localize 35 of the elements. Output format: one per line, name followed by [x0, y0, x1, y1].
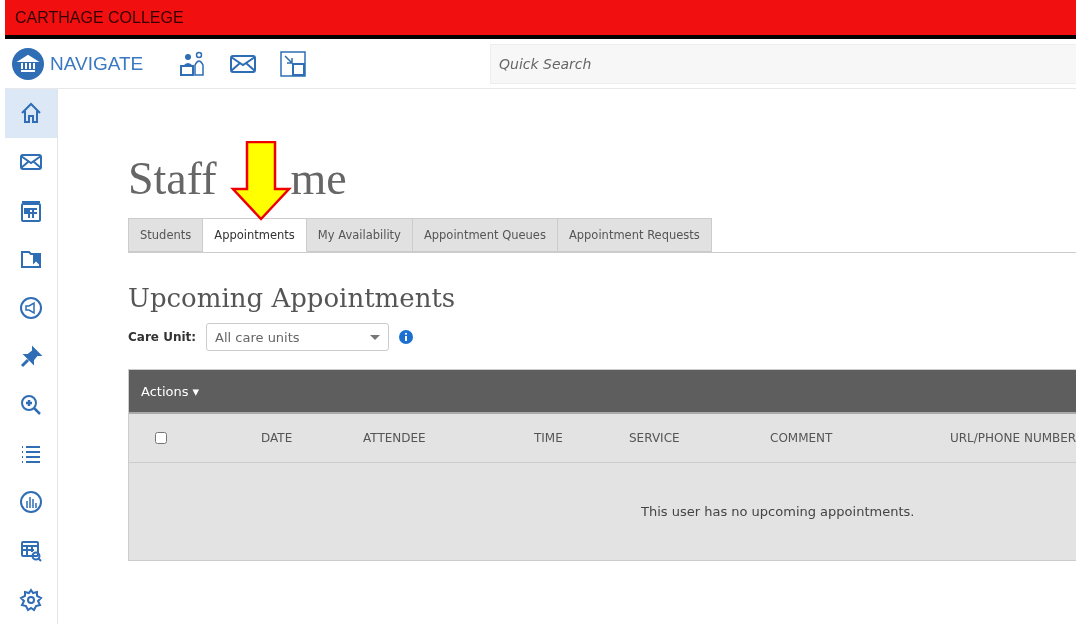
page-title: Staff — [128, 151, 217, 205]
megaphone-icon — [19, 295, 43, 320]
section-title: Upcoming Appointments — [128, 283, 457, 313]
brand-name[interactable]: NAVIGATE — [50, 52, 144, 75]
column-header[interactable]: TIME — [534, 431, 629, 445]
settings-icon — [19, 587, 43, 612]
select-all-checkbox[interactable] — [155, 432, 167, 444]
tab[interactable]: Students — [128, 218, 204, 252]
column-header[interactable]: DATE — [261, 431, 363, 445]
info-icon[interactable] — [399, 330, 414, 344]
home-icon — [19, 101, 43, 126]
navigate-logo-icon — [12, 47, 44, 80]
resize-icon[interactable] — [280, 50, 306, 77]
sidebar-item[interactable] — [5, 89, 57, 138]
tab[interactable]: Appointment Queues — [412, 218, 558, 252]
care-unit-dropdown[interactable]: All care units — [206, 323, 390, 351]
empty-message: This user has no upcoming appointments. — [641, 504, 915, 519]
care-unit-label: Care Unit: — [128, 330, 197, 344]
column-header[interactable]: URL/PHONE NUMBER — [950, 431, 1076, 445]
tab[interactable]: Appointments — [203, 218, 307, 252]
pushpin-icon — [19, 344, 43, 369]
column-header[interactable]: SERVICE — [629, 431, 770, 445]
column-header[interactable]: COMMENT — [770, 431, 950, 445]
mail-icon[interactable] — [230, 53, 256, 74]
column-header[interactable]: ATTENDEE — [363, 431, 534, 445]
bar-chart-icon — [19, 490, 43, 515]
actions-menu[interactable]: Actions ▾ — [141, 383, 200, 399]
page-title: me — [290, 151, 347, 205]
quick-search-field[interactable]: Quick Search — [490, 43, 1076, 84]
report-search-icon — [19, 539, 43, 564]
tab[interactable]: My Availability — [306, 218, 413, 252]
people-icon[interactable] — [180, 50, 206, 77]
tab[interactable]: Appointment Requests — [557, 218, 712, 252]
calendar-icon — [19, 198, 43, 223]
college-name: CARTHAGE COLLEGE — [15, 8, 184, 27]
